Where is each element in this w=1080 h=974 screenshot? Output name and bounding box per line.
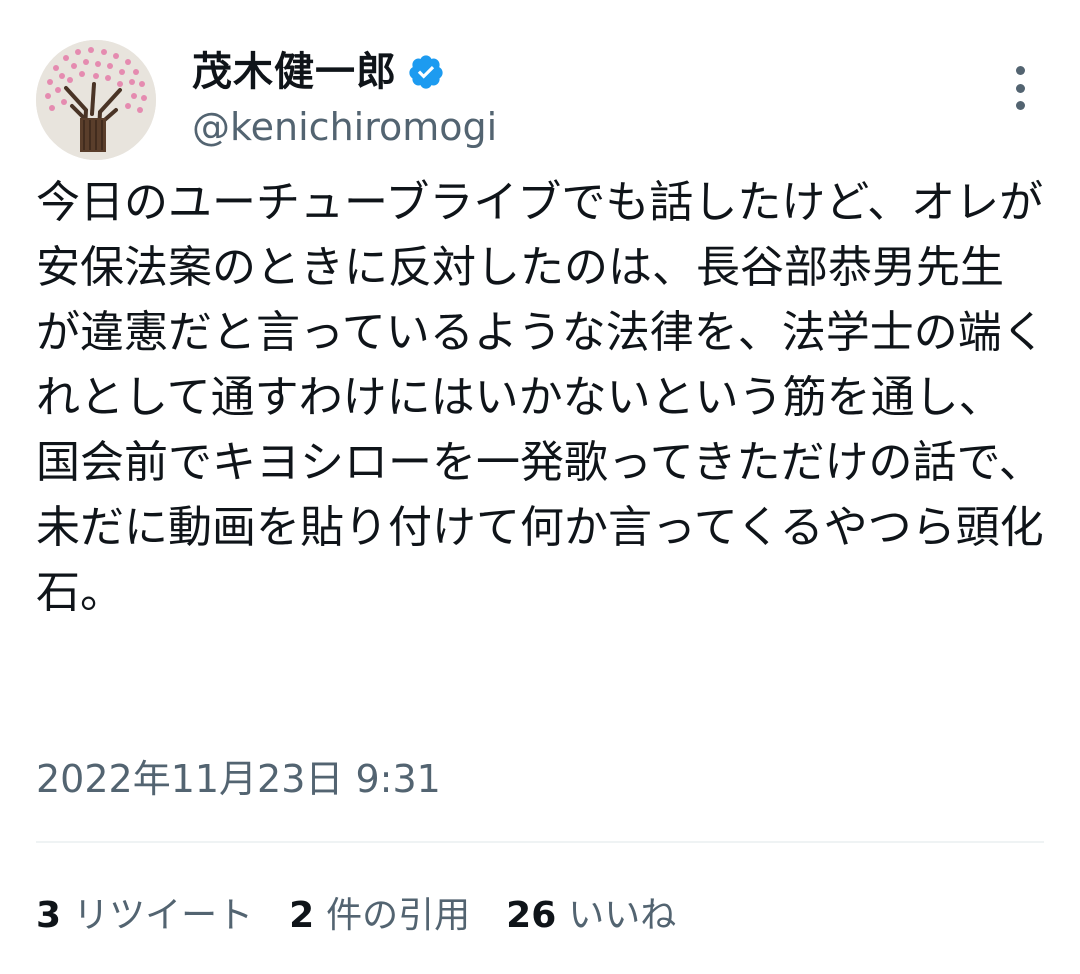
quotes-count: 2 (289, 895, 315, 936)
more-options-icon[interactable] (1008, 66, 1032, 110)
user-handle[interactable]: @kenichiromogi (192, 102, 497, 152)
display-name[interactable]: 茂木健一郎 (192, 44, 397, 100)
tweet-card: 茂木健一郎 @kenichiromogi 今日のユーチューブライブでも話したけど… (0, 0, 1080, 974)
tweet-stats: 3 リツイート 2 件の引用 26 いいね (36, 884, 712, 940)
avatar-tree-drawing-icon (36, 40, 156, 160)
likes-label: いいね (568, 895, 677, 936)
avatar[interactable] (36, 40, 156, 160)
divider (36, 841, 1044, 843)
likes-stat[interactable]: 26 いいね (506, 886, 676, 938)
retweets-stat[interactable]: 3 リツイート (36, 886, 253, 938)
likes-count: 26 (506, 895, 557, 936)
name-row: 茂木健一郎 (192, 44, 445, 100)
retweets-label: リツイート (73, 895, 254, 936)
tweet-timestamp[interactable]: 2022年11月23日 9:31 (36, 752, 441, 806)
quotes-stat[interactable]: 2 件の引用 (289, 886, 470, 938)
verified-badge-icon (407, 53, 445, 91)
retweets-count: 3 (36, 895, 62, 936)
quotes-label: 件の引用 (326, 895, 471, 936)
tweet-text: 今日のユーチューブライブでも話したけど、オレが安保法案のときに反対したのは、長谷… (36, 177, 1046, 618)
